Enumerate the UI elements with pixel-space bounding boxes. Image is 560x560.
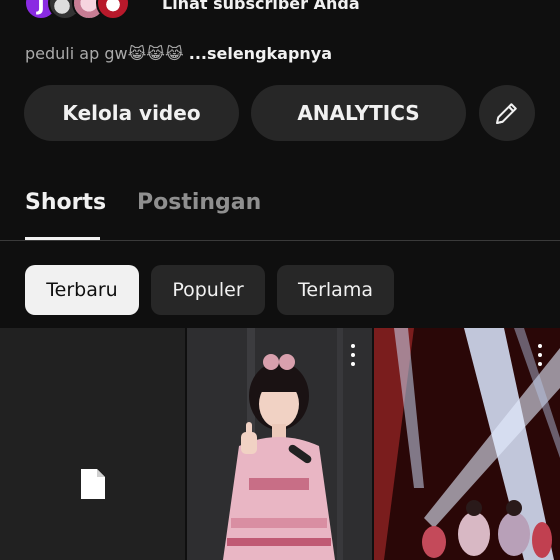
filter-chip-newest[interactable]: Terbaru xyxy=(25,265,139,315)
tabs-divider xyxy=(0,240,560,241)
short-tile[interactable] xyxy=(187,328,372,560)
description-text: peduli ap gw😹😹😹 xyxy=(25,44,189,63)
channel-description[interactable]: peduli ap gw😹😹😹 ...selengkapnya xyxy=(25,44,332,63)
more-vert-icon[interactable] xyxy=(530,344,550,366)
file-placeholder-icon xyxy=(81,469,105,499)
subscriber-avatars[interactable]: J xyxy=(24,0,130,22)
filter-chip-popular[interactable]: Populer xyxy=(151,265,265,315)
view-subscribers-link[interactable]: Lihat subscriber Anda xyxy=(162,0,360,13)
more-vert-icon[interactable] xyxy=(343,344,363,366)
avatar-initial: J xyxy=(37,0,45,15)
more-link[interactable]: ...selengkapnya xyxy=(189,44,332,63)
pencil-icon xyxy=(496,103,517,124)
manage-videos-button[interactable]: Kelola video xyxy=(24,85,239,141)
analytics-button[interactable]: ANALYTICS xyxy=(251,85,466,141)
edit-channel-button[interactable] xyxy=(479,85,535,141)
avatar xyxy=(96,0,130,20)
short-tile[interactable] xyxy=(0,328,185,560)
tab-posts[interactable]: Postingan xyxy=(137,190,261,215)
tab-shorts[interactable]: Shorts xyxy=(25,190,106,215)
short-tile[interactable] xyxy=(374,328,560,560)
filter-chip-oldest[interactable]: Terlama xyxy=(277,265,394,315)
